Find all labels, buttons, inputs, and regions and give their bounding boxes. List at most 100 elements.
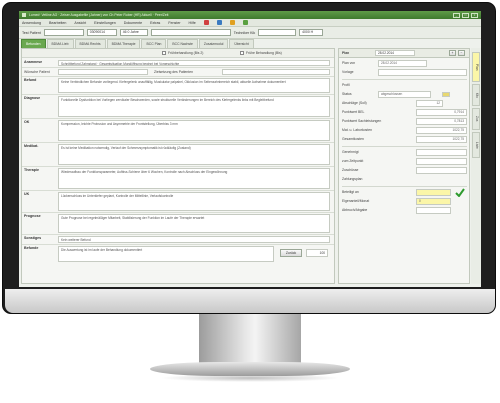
tab-zusatzmodul[interactable]: Zusatzmodul — [198, 39, 229, 48]
plan-row-zuschuesse: Zuschüsse — [342, 167, 467, 175]
patient-select[interactable] — [43, 29, 84, 36]
plan-row-punktwert-bel: Punktwert BEL 0,7914 — [342, 109, 467, 117]
red-toolbar-icon[interactable] — [203, 20, 209, 25]
uk-field[interactable]: Lückenschluss im Unterkiefer geplant, Ko… — [58, 192, 330, 211]
yellow-toolbar-icon[interactable] — [229, 20, 235, 25]
punktwert-sach-field[interactable]: 0,7813 — [416, 118, 467, 125]
menu-anwendung[interactable]: Anwendung — [22, 21, 41, 25]
plan-row-label: Vorlage — [342, 70, 354, 74]
close-button[interactable]: × — [471, 12, 478, 18]
plan-row-label: zum Zeitpunkt — [342, 159, 364, 163]
medikation-field[interactable]: Es ist keine Medikation notwendig, Verla… — [58, 144, 330, 165]
participant-field[interactable] — [416, 189, 451, 196]
own-share-field[interactable]: 0 — [416, 198, 451, 205]
sonstiges-field[interactable]: Kein weiterer Befund — [58, 236, 330, 243]
form-row-ok: OK Kompression, leichte Protrusion und A… — [22, 119, 334, 143]
tab-befunden[interactable]: Befunden — [21, 39, 46, 48]
form-row-befund: Befund Keine Verbindlichen Befunde vorli… — [22, 77, 334, 95]
patient-label: Test Patient — [22, 30, 41, 35]
plan-row-abschlaege: Abschläge (Soll) 12 — [342, 100, 467, 108]
diagnose-field[interactable]: Funktionelle Dysfunktion bei Vorliegen z… — [58, 96, 330, 117]
plan-date-select[interactable]: 28.02.2014 — [375, 50, 415, 56]
maximize-button[interactable]: □ — [462, 12, 469, 18]
befund-field[interactable]: Keine Verbindlichen Befunde vorliegend. … — [58, 78, 330, 93]
minimize-button[interactable]: _ — [453, 12, 460, 18]
early-treatment2-checkbox[interactable] — [240, 51, 244, 55]
monitor-frame: Lomed· Vetline AG · Zeiser Ausgabefile (… — [2, 2, 496, 314]
ok-field[interactable]: Kompression, leichte Protrusion und Asym… — [58, 120, 330, 141]
goal-field[interactable] — [222, 69, 330, 75]
form-row-anamnese: Anamnese Schnittbefund Zahnstand · Gesam… — [22, 59, 334, 68]
tab-bdma-therapie[interactable]: BDMA Therapie — [106, 39, 141, 48]
menu-fenster[interactable]: Fenster — [168, 21, 180, 25]
plan-row-label: Abschläge (Soll) — [342, 101, 367, 105]
date-field[interactable]: 03090014 — [86, 29, 117, 36]
tab-uebersicht[interactable]: Übersicht — [229, 39, 254, 48]
menu-einstellungen[interactable]: Einstellungen — [94, 21, 116, 25]
menu-hilfe[interactable]: Hilfe — [189, 21, 196, 25]
plan-status-select[interactable]: abgeschlossen — [378, 91, 431, 98]
checkmark-icon[interactable] — [455, 188, 465, 197]
side-tab-liste[interactable]: Liste — [472, 132, 480, 158]
approved-field[interactable] — [416, 149, 467, 156]
menu-extras[interactable]: Extras — [150, 21, 160, 25]
abort-field[interactable] — [416, 207, 451, 214]
therapist-select[interactable] — [258, 29, 297, 36]
plan-row-label: Eigenanteil/Monat — [342, 199, 370, 203]
plan-vorlage-select[interactable] — [378, 69, 467, 76]
form-row-wishes: Wünsche Patient Zielsetzung des Patiente… — [22, 68, 334, 77]
wishes-field[interactable] — [58, 69, 148, 75]
side-tab-kfo[interactable]: Kfo — [472, 84, 480, 106]
tab-bdma-lieb[interactable]: BDMA Lieb — [46, 39, 74, 48]
side-tab-plan[interactable]: Plan — [472, 52, 480, 82]
plan-abschlaege-field[interactable]: 12 — [416, 100, 443, 107]
back-button[interactable]: Zurück — [280, 249, 302, 257]
plan-row-zeitpunkt: zum Zeitpunkt — [342, 158, 467, 166]
subsidies-field[interactable] — [416, 167, 467, 174]
total-costs-field: 1022,75 — [416, 136, 467, 143]
plan-row-genehmigt: Genehmigt — [342, 149, 467, 157]
tab-bcc-nachste[interactable]: BCC Nachste — [167, 39, 198, 48]
timepoint-field[interactable] — [416, 158, 467, 165]
menu-ansicht[interactable]: Ansicht — [74, 21, 86, 25]
tab-bdma-rechts[interactable]: BDMA Rechts — [74, 39, 106, 48]
row-label: Befunde — [24, 246, 39, 250]
row-label: Sonstiges — [24, 236, 42, 240]
row-label: Therapie — [24, 168, 39, 172]
monitor-chin — [5, 289, 495, 313]
plan-row-status: Status abgeschlossen — [342, 91, 467, 99]
divider — [342, 146, 467, 147]
delete-icon[interactable]: − — [458, 50, 465, 56]
form-row-therapie: Therapie Wiederaufbau der Funktionsparam… — [22, 167, 334, 191]
row-label: Medikat. — [24, 144, 39, 148]
plan-row-label: Zahlungsplan — [342, 177, 363, 181]
prognose-field[interactable]: Gute Prognose bei regelmäßiger Mitarbeit… — [58, 214, 330, 233]
blue-toolbar-icon[interactable] — [216, 20, 222, 25]
early-treatment2-label: Frühe Behandlung (Bis) — [246, 51, 282, 55]
plan-row-material: Mat. u. Laborkosten 1022,75 — [342, 127, 467, 135]
plan-von-field[interactable]: 28.02.2014 — [378, 60, 427, 67]
plan-row-label: Punktwert BEL — [342, 110, 365, 114]
early-treatment-checkbox[interactable] — [162, 51, 166, 55]
row-label: OK — [24, 120, 30, 124]
plan-row-label: Profil — [342, 83, 350, 87]
tab-bcc-plan[interactable]: BCC Plan — [141, 39, 167, 48]
form-row-diagnose: Diagnose Funktionelle Dysfunktion bei Vo… — [22, 95, 334, 119]
plan-row-gesamt: Gesamtkosten 1022,75 — [342, 136, 467, 144]
punktwert-bel-field[interactable]: 0,7914 — [416, 109, 467, 116]
therapie-field[interactable]: Wiederaufbau der Funktionsparameter, Auf… — [58, 168, 330, 189]
menu-dokumente[interactable]: Dokumente — [124, 21, 142, 25]
form-header: Frühbehandlung (Bis 2) Frühe Behandlung … — [22, 49, 334, 58]
anamnese-field[interactable]: Schnittbefund Zahnstand · Gesamtsituatio… — [58, 60, 330, 66]
side-tab-zus[interactable]: Zus — [472, 108, 480, 130]
code-select[interactable]: 4000 H — [299, 29, 324, 36]
case-select[interactable] — [150, 29, 231, 36]
plan-row-label: Gesamtkosten — [342, 137, 364, 141]
add-icon[interactable]: + — [449, 50, 456, 56]
menu-bearbeiten[interactable]: Bearbeiten — [49, 21, 66, 25]
green-toolbar-icon[interactable] — [242, 20, 248, 25]
row-label: Befund — [24, 78, 37, 82]
back-value-field[interactable]: 100 — [306, 249, 328, 257]
plan-row-abbruch: Abbruch/Abgabe — [342, 207, 467, 215]
befunde-field[interactable]: Die Auswertung ist im laufe der Behandlu… — [58, 246, 274, 262]
